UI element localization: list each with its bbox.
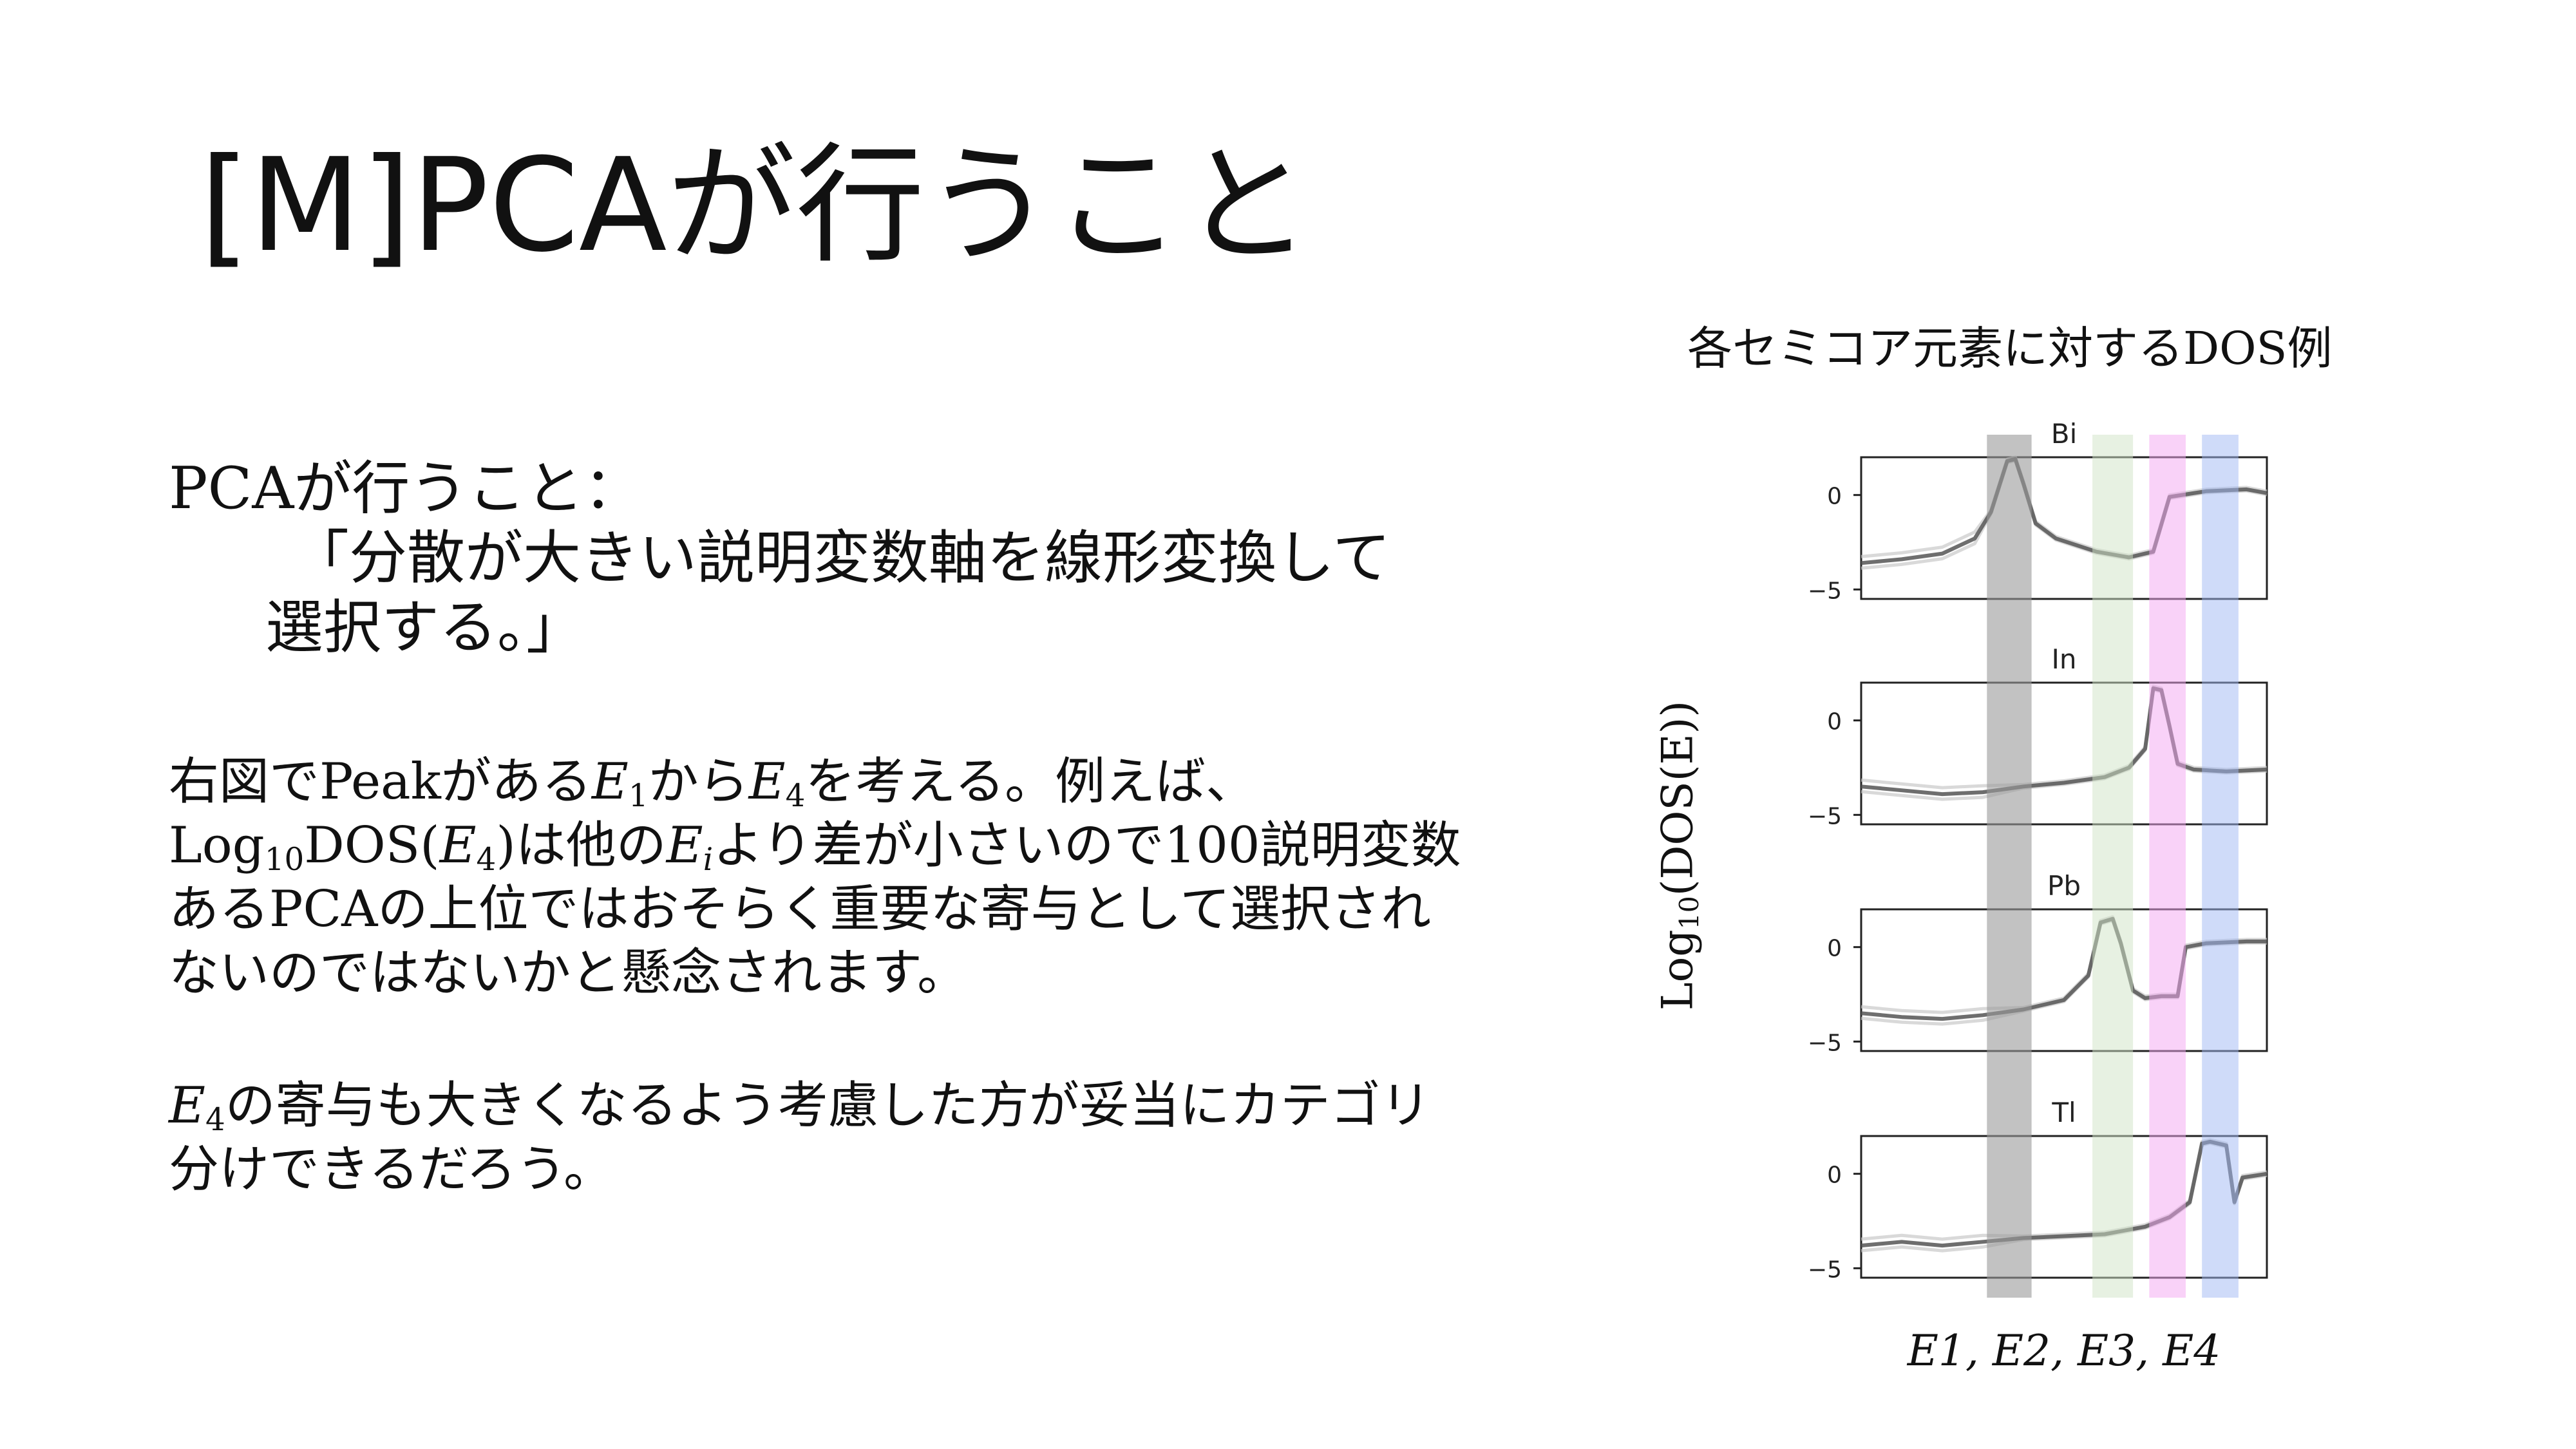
y-tick-label: −5	[1808, 803, 1842, 829]
y-tick-label: 0	[1827, 709, 1842, 735]
pca-definition-line: 「分散が大きい説明変数軸を線形変換して	[291, 524, 1391, 592]
panel-title: Pb	[2047, 870, 2081, 902]
conclusion-paragraph: E4の寄与も大きくなるよう考慮した方が妥当にカテゴリ 分けできるだろう。	[169, 1074, 1431, 1202]
energy-band	[2149, 435, 2186, 1298]
text-line: 右図でPeakがあるE1からE4を考える。例えば、	[169, 753, 1256, 815]
energy-band	[2202, 435, 2239, 1298]
dos-figure: 0 −5 Bi 0 −5 In 0 −5 Pb 0 −5 Tl E1, E2, E3, E4	[1808, 418, 2268, 1376]
pca-heading: PCAが行うこと：	[169, 455, 642, 522]
panel-title: Bi	[2051, 418, 2077, 450]
y-tick-label: 0	[1827, 1162, 1842, 1189]
energy-band	[1987, 435, 2032, 1298]
y-tick-label: 0	[1827, 936, 1842, 962]
page-title: [M]PCAが行うこと	[200, 131, 1311, 281]
energy-band	[2092, 435, 2134, 1298]
explanation-paragraph: 右図でPeakがあるE1からE4を考える。例えば、 Log10DOS(E4)は他…	[169, 750, 1461, 1005]
text-line: E4の寄与も大きくなるよう考慮した方が妥当にカテゴリ	[169, 1077, 1431, 1139]
pca-definition-line: 選択する。」	[265, 594, 584, 661]
panel-title: Tl	[2051, 1097, 2076, 1128]
text-line: Log10DOS(E4)は他のEiより差が小さいので100説明変数	[169, 817, 1461, 878]
y-tick-label: −5	[1808, 1030, 1842, 1056]
y-tick-label: 0	[1827, 484, 1842, 510]
pca-definition: PCAが行うこと： 「分散が大きい説明変数軸を線形変換して 選択する。」	[169, 454, 1390, 663]
x-axis-label: E1, E2, E3, E4	[1907, 1326, 2221, 1376]
y-tick-label: −5	[1808, 1256, 1842, 1283]
text-line: あるPCAの上位ではおそらく重要な寄与として選択され	[169, 880, 1432, 939]
y-tick-label: −5	[1808, 578, 1842, 604]
text-line: ないのではないかと懸念されます。	[169, 944, 968, 1003]
figure-caption: 各セミコア元素に対するDOS例	[1687, 322, 2333, 375]
text-line: 分けできるだろう。	[169, 1141, 614, 1199]
panel-title: In	[2051, 643, 2076, 675]
